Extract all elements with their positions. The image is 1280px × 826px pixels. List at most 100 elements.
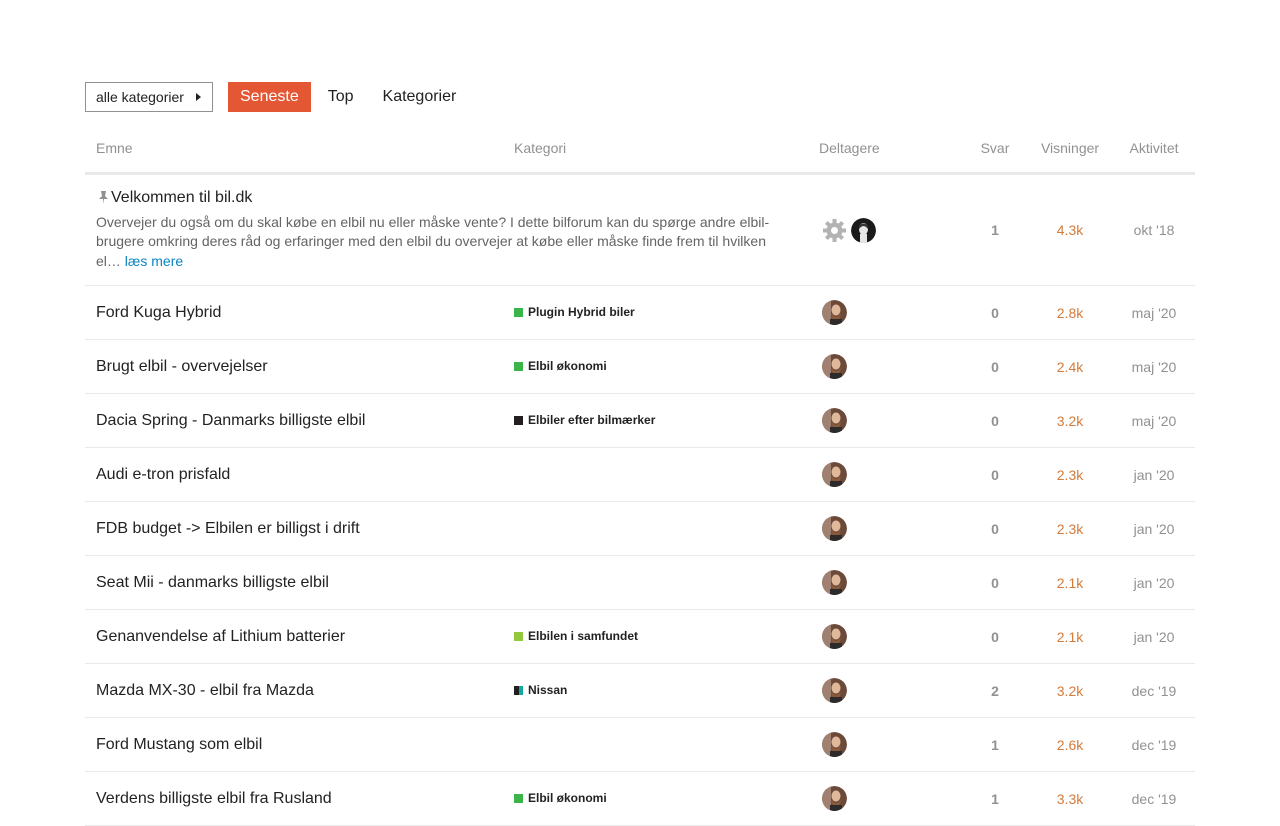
view-count: 4.3k <box>1027 173 1113 286</box>
topic-main: Dacia Spring - Danmarks billigste elbil <box>85 393 503 448</box>
category-badge[interactable]: Plugin Hybrid biler <box>514 305 635 319</box>
category-dropdown[interactable]: alle kategorier <box>85 82 213 112</box>
activity-date[interactable]: maj '20 <box>1113 285 1195 340</box>
category-color-icon <box>514 361 523 371</box>
participants <box>808 717 963 772</box>
topic-category <box>503 717 808 772</box>
reply-count: 1 <box>963 173 1027 286</box>
tab-latest[interactable]: Seneste <box>228 82 311 112</box>
pinned-topic-main: Velkommen til bil.dk Overvejer du også o… <box>85 173 808 286</box>
reply-count: 0 <box>963 393 1027 448</box>
view-count: 2.6k <box>1027 717 1113 772</box>
topic-category <box>503 501 808 556</box>
user-avatar[interactable] <box>822 678 847 703</box>
column-header-activity[interactable]: Aktivitet <box>1113 124 1195 175</box>
user-avatar[interactable] <box>822 570 847 595</box>
participants <box>808 173 963 286</box>
category-color-icon <box>514 793 523 803</box>
category-badge[interactable]: Nissan <box>514 683 567 697</box>
topic-row: Dacia Spring - Danmarks billigste elbil E… <box>85 393 1195 448</box>
topic-row: Genanvendelse af Lithium batterier Elbile… <box>85 609 1195 664</box>
activity-date[interactable]: maj '20 <box>1113 339 1195 394</box>
category-badge[interactable]: Elbil økonomi <box>514 359 607 373</box>
topic-row: Verdens billigste elbil fra Rusland Elbil… <box>85 771 1195 826</box>
activity-date[interactable]: maj '20 <box>1113 393 1195 448</box>
category-color-icon <box>514 307 523 317</box>
participants <box>808 501 963 556</box>
participants <box>808 447 963 502</box>
reply-count: 0 <box>963 501 1027 556</box>
user-avatar[interactable] <box>822 300 847 325</box>
view-count: 2.1k <box>1027 609 1113 664</box>
activity-date[interactable]: dec '19 <box>1113 717 1195 772</box>
user-avatar[interactable] <box>822 408 847 433</box>
reply-count: 0 <box>963 285 1027 340</box>
category-badge[interactable]: Elbil økonomi <box>514 791 607 805</box>
topic-main: Brugt elbil - overvejelser <box>85 339 503 394</box>
category-badge[interactable]: Elbiler efter bilmærker <box>514 413 655 427</box>
topic-category: Elbil økonomi <box>503 771 808 826</box>
topic-main: Ford Mustang som elbil <box>85 717 503 772</box>
user-avatar[interactable] <box>822 516 847 541</box>
reply-count: 2 <box>963 663 1027 718</box>
topic-title-link[interactable]: FDB budget -> Elbilen er billigst i drif… <box>96 520 360 537</box>
column-header-replies[interactable]: Svar <box>963 124 1027 175</box>
activity-date[interactable]: jan '20 <box>1113 555 1195 610</box>
category-badge[interactable]: Elbilen i samfundet <box>514 629 638 643</box>
topic-title-link[interactable]: Ford Kuga Hybrid <box>96 304 221 321</box>
activity-date[interactable]: jan '20 <box>1113 609 1195 664</box>
tab-top[interactable]: Top <box>316 82 366 112</box>
topic-title-link[interactable]: Velkommen til bil.dk <box>111 189 252 207</box>
category-label: Elbil økonomi <box>528 791 607 805</box>
reply-count: 0 <box>963 609 1027 664</box>
topic-title-link[interactable]: Seat Mii - danmarks billigste elbil <box>96 574 329 591</box>
category-label: Elbil økonomi <box>528 359 607 373</box>
user-avatar[interactable] <box>822 354 847 379</box>
pinned-topic-row: Velkommen til bil.dk Overvejer du også o… <box>85 173 1195 286</box>
caret-right-icon <box>196 93 201 101</box>
user-avatar[interactable] <box>822 732 847 757</box>
topic-category: Nissan <box>503 663 808 718</box>
topic-title-link[interactable]: Ford Mustang som elbil <box>96 736 262 753</box>
column-header-topic[interactable]: Emne <box>85 124 503 175</box>
view-count: 3.3k <box>1027 771 1113 826</box>
topic-title-link[interactable]: Dacia Spring - Danmarks billigste elbil <box>96 412 365 429</box>
view-count: 2.1k <box>1027 555 1113 610</box>
topic-main: FDB budget -> Elbilen er billigst i drif… <box>85 501 503 556</box>
activity-date[interactable]: okt '18 <box>1113 173 1195 286</box>
read-more-link[interactable]: læs mere <box>125 253 183 269</box>
topic-main: Seat Mii - danmarks billigste elbil <box>85 555 503 610</box>
reply-count: 1 <box>963 771 1027 826</box>
topic-title-link[interactable]: Audi e-tron prisfald <box>96 466 230 483</box>
user-avatar[interactable] <box>822 462 847 487</box>
participants <box>808 339 963 394</box>
activity-date[interactable]: dec '19 <box>1113 663 1195 718</box>
category-label: Elbilen i samfundet <box>528 629 639 643</box>
topic-list: Emne Kategori Deltagere Svar Visninger A… <box>85 124 1195 826</box>
category-label: Nissan <box>528 683 568 697</box>
activity-date[interactable]: dec '19 <box>1113 771 1195 826</box>
navigation-bar: alle kategorier Seneste Top Kategorier <box>85 82 473 112</box>
category-color-icon <box>514 685 523 695</box>
user-avatar[interactable] <box>822 786 847 811</box>
activity-date[interactable]: jan '20 <box>1113 447 1195 502</box>
column-header-participants: Deltagere <box>808 124 963 175</box>
view-count: 3.2k <box>1027 663 1113 718</box>
topic-title-link[interactable]: Brugt elbil - overvejelser <box>96 358 268 375</box>
topic-category: Elbiler efter bilmærker <box>503 393 808 448</box>
user-avatar[interactable] <box>851 217 876 243</box>
topic-title-link[interactable]: Verdens billigste elbil fra Rusland <box>96 790 332 807</box>
participants <box>808 771 963 826</box>
activity-date[interactable]: jan '20 <box>1113 501 1195 556</box>
participants <box>808 663 963 718</box>
user-avatar[interactable] <box>822 624 847 649</box>
column-header-views[interactable]: Visninger <box>1027 124 1113 175</box>
category-color-icon <box>514 631 523 641</box>
topic-row: Ford Mustang som elbil 1 2.6k dec '19 <box>85 717 1195 772</box>
participants <box>808 609 963 664</box>
topic-row: Brugt elbil - overvejelser Elbil økonomi 0… <box>85 339 1195 394</box>
tab-categories[interactable]: Kategorier <box>371 82 469 112</box>
topic-title-link[interactable]: Mazda MX-30 - elbil fra Mazda <box>96 682 314 699</box>
topic-title-link[interactable]: Genanvendelse af Lithium batterier <box>96 628 345 645</box>
system-avatar[interactable] <box>822 217 847 243</box>
